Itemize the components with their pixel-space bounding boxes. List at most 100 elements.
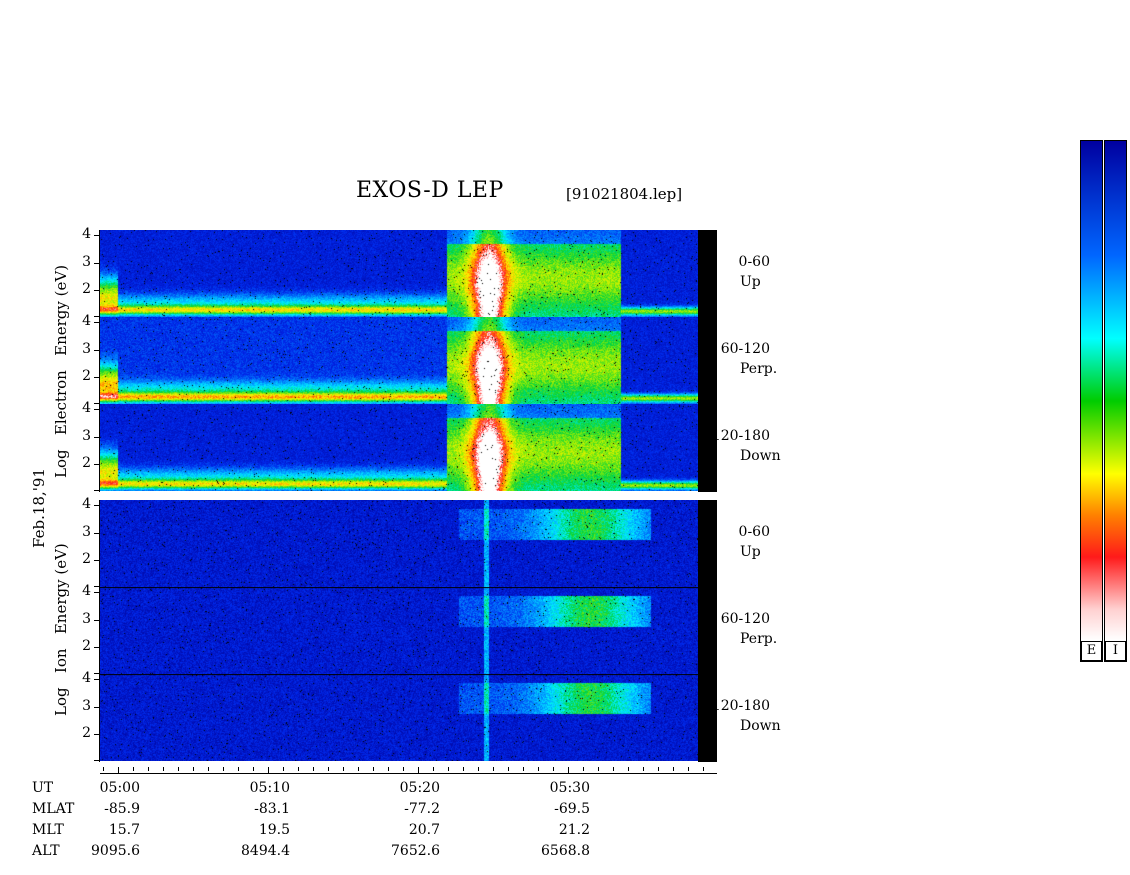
- y-tick: [94, 322, 100, 324]
- x-tick: [448, 767, 449, 771]
- time-axis-line: [100, 773, 717, 774]
- y-tick: [94, 436, 100, 438]
- x-tick: [628, 767, 629, 771]
- y-tick: [94, 679, 100, 681]
- x-tick: [193, 767, 194, 771]
- x-tick: [583, 767, 584, 771]
- y-tick-label: 2: [82, 367, 91, 384]
- pitch-range-label: 60-120: [720, 611, 770, 627]
- y-tick: [94, 532, 100, 534]
- x-tick: [703, 767, 704, 771]
- electron-axis-line: [99, 230, 100, 492]
- x-tick: [463, 767, 464, 771]
- y-tick-label: 4: [82, 583, 91, 600]
- y-tick-label: 3: [82, 697, 91, 714]
- electron-spectrogram-panel-3: [100, 404, 698, 491]
- y-tick: [94, 760, 100, 761]
- y-tick-label: 4: [82, 400, 91, 417]
- pitch-direction-label: Down: [740, 448, 781, 464]
- x-tick: [238, 767, 239, 771]
- pitch-direction-label: Perp.: [740, 361, 778, 377]
- table-cell-ut: 05:30: [549, 780, 590, 796]
- table-cell-mlat: -85.9: [104, 801, 140, 817]
- pitch-range-label: 60-120: [720, 341, 770, 357]
- colorbar-label-i: I: [1105, 641, 1126, 661]
- y-tick-label: 4: [82, 226, 91, 243]
- pitch-direction-label: Perp.: [740, 631, 778, 647]
- x-tick: [613, 767, 614, 771]
- y-tick: [94, 289, 100, 291]
- y-tick: [94, 733, 100, 735]
- x-tick: [493, 767, 494, 771]
- x-tick: [388, 767, 389, 771]
- y-tick: [94, 262, 100, 264]
- x-tick: [148, 767, 149, 771]
- x-tick: [253, 767, 254, 771]
- ion-energy-label: Log Ion Energy (eV): [52, 543, 70, 716]
- x-tick: [358, 767, 359, 771]
- x-tick: [283, 767, 284, 771]
- table-cell-mlat: -83.1: [254, 801, 290, 817]
- x-tick: [133, 767, 134, 771]
- y-tick-label: 4: [82, 670, 91, 687]
- chart-title: EXOS-D LEP: [356, 178, 504, 203]
- row-label-mlt: MLT: [32, 822, 64, 838]
- y-tick: [94, 586, 100, 587]
- row-label-alt: ALT: [32, 843, 60, 859]
- x-tick: [298, 767, 299, 771]
- x-tick: [313, 767, 314, 771]
- y-tick-label: 2: [82, 550, 91, 567]
- table-cell-mlat: -69.5: [554, 801, 590, 817]
- y-tick-label: 2: [82, 637, 91, 654]
- y-tick: [94, 409, 100, 411]
- x-tick: [418, 767, 419, 774]
- colorbar-label-e: E: [1081, 641, 1102, 661]
- x-tick: [538, 767, 539, 771]
- y-tick: [94, 505, 100, 507]
- x-tick: [658, 767, 659, 771]
- y-tick-label: 2: [82, 724, 91, 741]
- ion-spectrogram-panel-2: [100, 587, 698, 674]
- x-tick: [403, 767, 404, 771]
- table-cell-mlat: -77.2: [404, 801, 440, 817]
- ion-axis-line: [99, 500, 100, 762]
- table-cell-mlt: 21.2: [558, 822, 590, 838]
- x-tick: [688, 767, 689, 771]
- y-tick: [94, 376, 100, 378]
- x-tick: [568, 767, 569, 774]
- row-label-ut: UT: [32, 780, 54, 796]
- table-cell-ut: 05:10: [249, 780, 290, 796]
- pitch-range-label: 0-60: [738, 524, 770, 540]
- pitch-direction-label: Up: [740, 274, 761, 290]
- y-tick: [94, 646, 100, 648]
- y-tick: [94, 673, 100, 674]
- table-cell-alt: 9095.6: [91, 843, 140, 859]
- x-tick: [478, 767, 479, 771]
- electron-spectrogram-panel-1: [100, 230, 698, 317]
- y-tick-label: 2: [82, 280, 91, 297]
- table-cell-alt: 8494.4: [241, 843, 290, 859]
- y-tick: [94, 490, 100, 491]
- file-name: [91021804.lep]: [566, 185, 683, 203]
- y-tick: [94, 463, 100, 465]
- x-tick: [598, 767, 599, 771]
- row-label-mlat: MLAT: [32, 801, 75, 817]
- ion-spectrogram-panel-1: [100, 500, 698, 587]
- x-tick: [223, 767, 224, 771]
- table-cell-alt: 6568.8: [541, 843, 590, 859]
- y-tick-label: 3: [82, 340, 91, 357]
- pitch-direction-label: Up: [740, 544, 761, 560]
- x-tick: [118, 767, 119, 774]
- x-tick: [343, 767, 344, 771]
- y-tick-label: 3: [82, 427, 91, 444]
- y-tick: [94, 619, 100, 621]
- y-tick: [94, 349, 100, 351]
- ion-colorbar: [1104, 140, 1127, 662]
- x-tick: [178, 767, 179, 771]
- y-tick: [94, 316, 100, 317]
- x-tick: [268, 767, 269, 774]
- electron-energy-label: Log Electron Energy (eV): [52, 264, 70, 478]
- table-cell-mlt: 15.7: [108, 822, 140, 838]
- y-tick: [94, 592, 100, 594]
- x-tick: [163, 767, 164, 771]
